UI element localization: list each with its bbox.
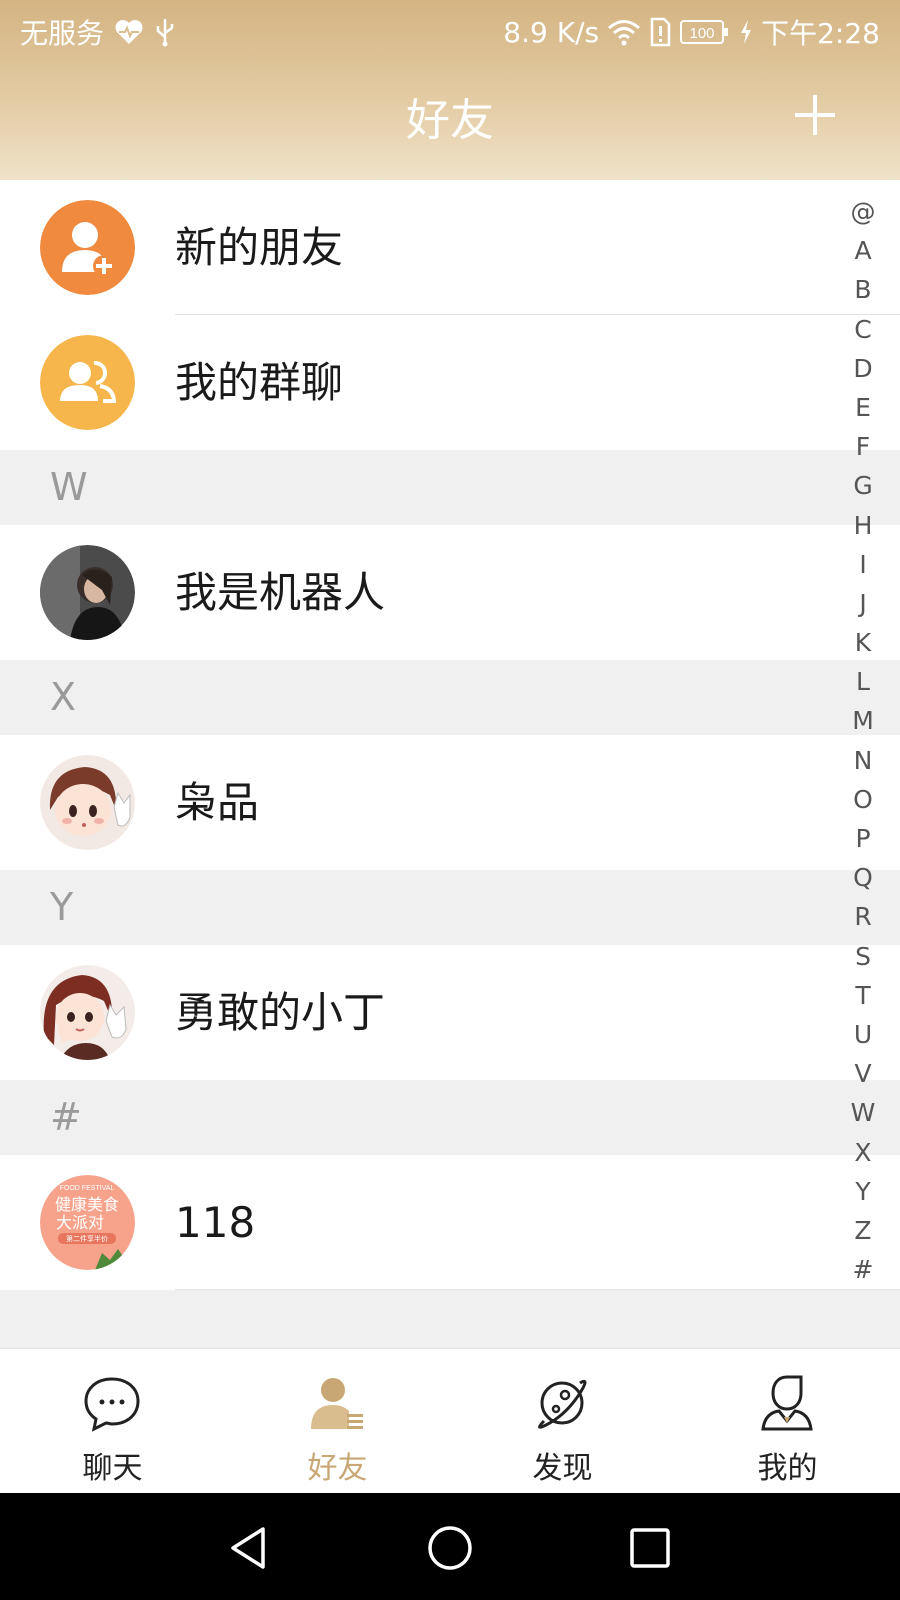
section-header-w: W bbox=[0, 450, 900, 525]
list-footer-space bbox=[0, 1290, 900, 1345]
divider bbox=[175, 1289, 900, 1290]
plus-icon bbox=[795, 95, 835, 135]
index-letter[interactable]: Q bbox=[840, 858, 886, 897]
page-title: 好友 bbox=[406, 95, 494, 146]
index-letter[interactable]: U bbox=[840, 1015, 886, 1054]
contact-item[interactable]: 我是机器人 bbox=[0, 525, 900, 660]
clock-time: 下午2:28 bbox=[761, 17, 880, 50]
section-letter: X bbox=[50, 675, 77, 719]
wifi-icon bbox=[607, 18, 641, 46]
index-letter[interactable]: S bbox=[840, 937, 886, 976]
index-letter[interactable]: W bbox=[840, 1093, 886, 1132]
avatar: FOOD FESTIVAL 健康美食 大派对 第二件享半价 bbox=[40, 1175, 135, 1270]
index-letter[interactable]: V bbox=[840, 1054, 886, 1093]
back-triangle-icon bbox=[231, 1527, 265, 1569]
tab-label: 聊天 bbox=[82, 1451, 143, 1486]
index-letter[interactable]: G bbox=[840, 466, 886, 505]
avatar-caption: FOOD FESTIVAL bbox=[60, 1185, 115, 1192]
index-letter[interactable]: J bbox=[840, 584, 886, 623]
status-bar: 无服务 8.9 K/s 100 下午2:28 bbox=[0, 0, 900, 62]
tab-chat[interactable]: 聊天 bbox=[0, 1349, 225, 1494]
tab-me[interactable]: 我的 bbox=[675, 1349, 900, 1494]
contact-name: 我是机器人 bbox=[175, 568, 386, 617]
tab-label: 我的 bbox=[757, 1451, 818, 1486]
contact-item[interactable]: 勇敢的小丁 bbox=[0, 945, 900, 1080]
index-letter[interactable]: K bbox=[840, 623, 886, 662]
contact-name: 枭品 bbox=[175, 778, 260, 827]
tab-label: 发现 bbox=[532, 1451, 593, 1486]
usb-icon bbox=[154, 17, 176, 47]
section-letter: Y bbox=[50, 885, 74, 929]
avatar bbox=[40, 755, 135, 850]
index-letter[interactable]: O bbox=[840, 780, 886, 819]
home-circle-icon bbox=[428, 1526, 472, 1570]
group-chat-icon bbox=[40, 335, 135, 430]
chat-bubble-icon bbox=[82, 1373, 142, 1433]
avatar-caption: 第二件享半价 bbox=[66, 1234, 108, 1243]
add-friend-button[interactable] bbox=[790, 90, 840, 140]
my-groups-label: 我的群聊 bbox=[175, 358, 344, 407]
contact-item[interactable]: FOOD FESTIVAL 健康美食 大派对 第二件享半价 118 bbox=[0, 1155, 900, 1290]
index-letter[interactable]: X bbox=[840, 1133, 886, 1172]
index-letter[interactable]: Z bbox=[840, 1211, 886, 1250]
section-letter: W bbox=[50, 465, 88, 509]
new-friends-label: 新的朋友 bbox=[175, 223, 344, 272]
contact-name: 勇敢的小丁 bbox=[175, 988, 386, 1037]
new-friend-icon bbox=[40, 200, 135, 295]
index-letter[interactable]: M bbox=[840, 701, 886, 740]
tab-discover[interactable]: 发现 bbox=[450, 1349, 675, 1494]
charging-icon bbox=[739, 19, 753, 45]
alphabet-index[interactable]: @ A B C D E F G H I J K L M N O P Q R S … bbox=[840, 192, 886, 1289]
avatar-caption: 大派对 bbox=[56, 1213, 104, 1232]
index-letter[interactable]: F bbox=[840, 427, 886, 466]
index-letter[interactable]: A bbox=[840, 231, 886, 270]
index-letter[interactable]: B bbox=[840, 270, 886, 309]
index-letter[interactable]: T bbox=[840, 976, 886, 1015]
index-letter[interactable]: # bbox=[840, 1250, 886, 1289]
section-header-y: Y bbox=[0, 870, 900, 945]
section-header-hash: # bbox=[0, 1080, 900, 1155]
section-header-x: X bbox=[0, 660, 900, 735]
friends-icon bbox=[307, 1373, 367, 1433]
section-letter: # bbox=[50, 1095, 82, 1139]
friends-list: 新的朋友 我的群聊 W 我是机器人 X 枭品 Y 勇敢的小丁 # FOOD FE… bbox=[0, 180, 900, 1345]
heart-rate-icon bbox=[114, 19, 144, 45]
tab-label: 好友 bbox=[307, 1451, 368, 1486]
sim-alert-icon bbox=[649, 17, 671, 47]
planet-icon bbox=[532, 1373, 592, 1433]
contact-item[interactable]: 枭品 bbox=[0, 735, 900, 870]
home-button[interactable] bbox=[425, 1523, 475, 1573]
my-groups-item[interactable]: 我的群聊 bbox=[0, 315, 900, 450]
new-friends-item[interactable]: 新的朋友 bbox=[0, 180, 900, 315]
system-navigation-bar bbox=[0, 1493, 900, 1600]
avatar bbox=[40, 965, 135, 1060]
index-letter[interactable]: P bbox=[840, 819, 886, 858]
index-letter[interactable]: H bbox=[840, 506, 886, 545]
index-letter[interactable]: N bbox=[840, 741, 886, 780]
index-letter[interactable]: E bbox=[840, 388, 886, 427]
battery-icon: 100 bbox=[679, 18, 731, 46]
avatar-caption: 健康美食 bbox=[55, 1195, 119, 1214]
profile-icon bbox=[757, 1373, 817, 1433]
index-letter[interactable]: I bbox=[840, 545, 886, 584]
index-letter[interactable]: L bbox=[840, 662, 886, 701]
header: 无服务 8.9 K/s 100 下午2:28 好友 bbox=[0, 0, 900, 180]
back-button[interactable] bbox=[225, 1523, 275, 1573]
index-letter[interactable]: R bbox=[840, 897, 886, 936]
index-letter[interactable]: @ bbox=[840, 192, 886, 231]
network-speed: 8.9 K/s bbox=[503, 15, 600, 49]
battery-level: 100 bbox=[690, 25, 715, 42]
index-letter[interactable]: C bbox=[840, 310, 886, 349]
carrier-text: 无服务 bbox=[20, 17, 105, 50]
avatar bbox=[40, 545, 135, 640]
recents-button[interactable] bbox=[625, 1523, 675, 1573]
tab-friends[interactable]: 好友 bbox=[225, 1349, 450, 1494]
contact-name: 118 bbox=[175, 1198, 256, 1247]
index-letter[interactable]: Y bbox=[840, 1172, 886, 1211]
index-letter[interactable]: D bbox=[840, 349, 886, 388]
recents-square-icon bbox=[630, 1528, 670, 1568]
bottom-tab-bar: 聊天 好友 发现 我的 bbox=[0, 1348, 900, 1493]
